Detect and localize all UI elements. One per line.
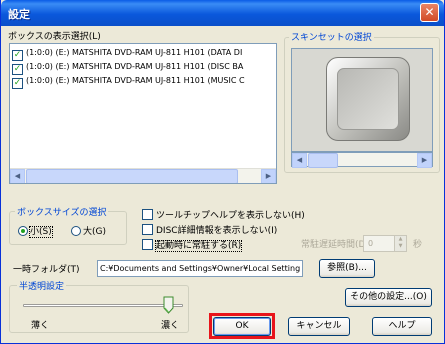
scroll-thumb[interactable] (26, 169, 238, 183)
close-button[interactable]: ✕ (420, 3, 439, 22)
help-button[interactable]: ヘルプ (372, 317, 432, 336)
list-item-label: (1:0:0) (E:) MATSHITA DVD-RAM UJ-811 H10… (26, 48, 243, 57)
checkbox-icon (142, 239, 153, 250)
cancel-button[interactable]: キャンセル (288, 317, 350, 336)
checkbox-label: ツールチップヘルプを表示しない(H) (156, 211, 305, 221)
skin-thumbnail (326, 57, 410, 141)
transparency-slider-track[interactable] (23, 304, 183, 307)
transparency-title: 半透明設定 (17, 279, 67, 292)
box-size-title: ボックスサイズの選択 (15, 205, 109, 218)
skin-horizontal-scrollbar[interactable]: ◀ ▶ (291, 152, 433, 168)
resident-delay-label: 常駐遅延時間(D) (301, 240, 369, 250)
settings-dialog: 設定 ✕ ボックスの表示選択(L) ✓ (1:0:0) (E:) MATSHITA… (0, 0, 445, 344)
box-size-large-radio[interactable]: 大(G) (71, 226, 106, 238)
transparency-slider-thumb[interactable] (163, 296, 174, 314)
radio-label: 小(S) (29, 226, 53, 238)
resident-startup-checkbox[interactable]: 起動時に常駐する(R) (142, 239, 243, 252)
other-settings-button[interactable]: その他の設定...(O) (345, 288, 432, 307)
box-display-title: ボックスの表示選択(L) (8, 32, 101, 42)
radio-selected-icon (18, 226, 28, 236)
ok-button[interactable]: OK (213, 317, 271, 336)
list-item[interactable]: ✓ (1:0:0) (E:) MATSHITA DVD-RAM UJ-811 H1… (12, 46, 243, 61)
list-item[interactable]: ✓ (1:0:0) (E:) MATSHITA DVD-RAM UJ-811 H1… (12, 74, 245, 89)
window-title: 設定 (8, 8, 30, 21)
scroll-right-arrow-icon[interactable]: ▶ (417, 153, 432, 168)
resident-delay-spinner[interactable]: 0 ▲ ▼ (363, 235, 407, 252)
list-item-label: (1:0:0) (E:) MATSHITA DVD-RAM UJ-811 H10… (26, 62, 244, 71)
scroll-left-arrow-icon[interactable]: ◀ (292, 153, 307, 168)
checkbox-icon (142, 224, 153, 235)
list-item[interactable]: ✓ (1:0:0) (E:) MATSHITA DVD-RAM UJ-811 H1… (12, 60, 244, 75)
radio-empty-icon (71, 226, 81, 236)
browse-button[interactable]: 参照(B)... (319, 259, 375, 278)
temp-folder-label: 一時フォルダ(T) (13, 265, 80, 275)
no-tooltip-checkbox[interactable]: ツールチップヘルプを表示しない(H) (142, 209, 305, 222)
transparency-max-label: 濃く (161, 321, 180, 331)
box-display-list[interactable]: ✓ (1:0:0) (E:) MATSHITA DVD-RAM UJ-811 H1… (9, 43, 277, 184)
scroll-right-arrow-icon[interactable]: ▶ (261, 169, 276, 183)
radio-label: 大(G) (83, 227, 106, 237)
box-size-small-radio[interactable]: 小(S) (18, 226, 53, 238)
spin-arrows-icon[interactable]: ▲ ▼ (394, 236, 406, 251)
transparency-min-label: 薄く (31, 321, 50, 331)
temp-folder-input[interactable]: C:¥Documents and Settings¥Owner¥Local Se… (97, 260, 303, 277)
checkbox-icon (142, 209, 153, 220)
resident-delay-unit: 秒 (413, 240, 423, 250)
no-disc-info-checkbox[interactable]: DISC詳細情報を表示しない(I) (142, 224, 277, 237)
list-item-checkbox[interactable]: ✓ (12, 78, 23, 89)
resident-delay-value: 0 (368, 239, 374, 248)
scroll-thumb[interactable] (308, 153, 338, 168)
scroll-left-arrow-icon[interactable]: ◀ (10, 169, 25, 183)
list-item-label: (1:0:0) (E:) MATSHITA DVD-RAM UJ-811 H10… (26, 76, 245, 85)
checkbox-label: DISC詳細情報を表示しない(I) (156, 226, 278, 236)
list-horizontal-scrollbar[interactable]: ◀ ▶ (10, 168, 276, 183)
skin-preview[interactable] (291, 48, 433, 152)
checkbox-label: 起動時に常駐する(R) (154, 240, 243, 252)
skin-set-title: スキンセットの選択 (289, 30, 374, 43)
title-bar[interactable]: 設定 ✕ (1, 0, 444, 26)
